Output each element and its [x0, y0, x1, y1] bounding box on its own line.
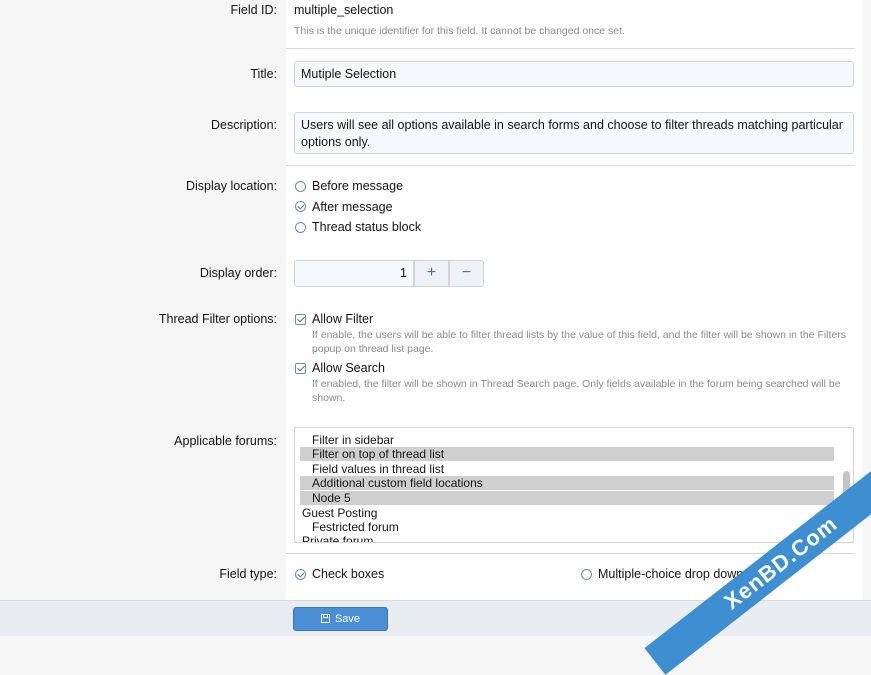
increment-button[interactable]: +: [414, 260, 449, 287]
divider: [286, 48, 855, 49]
radio-check-boxes[interactable]: [295, 569, 306, 580]
radio-multiple-choice-drop-down[interactable]: [581, 569, 592, 580]
divider: [286, 165, 855, 166]
radio-before-message[interactable]: [295, 181, 306, 192]
allow-filter-label[interactable]: Allow Filter: [312, 312, 373, 326]
radio-after-message-label[interactable]: After message: [312, 200, 393, 214]
list-item-label: Field values in thread list: [312, 462, 445, 476]
list-item-label: Node 5: [312, 491, 351, 505]
list-item-label: Private forum: [302, 534, 374, 543]
radio-thread-status-block-label[interactable]: Thread status block: [312, 220, 421, 234]
description-textarea[interactable]: Users will see all options available in …: [294, 112, 854, 154]
radio-thread-status-block[interactable]: [295, 222, 306, 233]
radio-after-message[interactable]: [295, 201, 306, 212]
label-column: [0, 0, 286, 600]
list-item[interactable]: Private forum: [300, 534, 834, 543]
list-item[interactable]: Node 5: [300, 491, 834, 505]
display-order-input[interactable]: 1: [294, 260, 414, 287]
title-input[interactable]: [294, 61, 854, 87]
field-id-hint: This is the unique identifier for this f…: [294, 25, 625, 37]
display-location-label: Display location:: [185, 179, 277, 193]
field-type-label: Field type:: [219, 567, 277, 581]
decrement-button[interactable]: −: [449, 260, 484, 287]
title-label: Title:: [250, 67, 277, 81]
save-button-label: Save: [334, 613, 361, 625]
thread-filter-label: Thread Filter options:: [158, 312, 277, 326]
list-item-label: Festricted forum: [312, 520, 399, 534]
description-label: Description:: [211, 118, 277, 132]
display-order-label: Display order:: [199, 266, 277, 280]
list-item[interactable]: Festricted forum: [300, 520, 834, 534]
list-item-label: Filter on top of thread list: [312, 447, 445, 461]
list-item[interactable]: Filter in sidebar: [300, 433, 834, 447]
list-item[interactable]: Guest Posting: [300, 506, 834, 520]
radio-check-boxes-label[interactable]: Check boxes: [312, 567, 384, 581]
save-button[interactable]: Save: [293, 607, 388, 631]
forums-listbox[interactable]: Filter in sidebar Filter on top of threa…: [294, 427, 854, 543]
list-item-label: Guest Posting: [302, 506, 378, 520]
allow-search-hint: If enabled, the filter will be shown in …: [312, 378, 841, 404]
field-id-label: Field ID:: [230, 3, 277, 17]
radio-multiple-choice-drop-down-label[interactable]: Multiple-choice drop down: [598, 567, 743, 581]
list-item-label: Additional custom field locations: [312, 476, 483, 490]
field-id-value: multiple_selection: [294, 3, 394, 17]
list-item-label: Filter in sidebar: [312, 433, 395, 447]
applicable-forums-label: Applicable forums:: [174, 434, 277, 448]
list-item[interactable]: Filter on top of thread list: [300, 447, 834, 461]
radio-before-message-label[interactable]: Before message: [312, 179, 403, 193]
custom-field-edit-form: Field ID: multiple_selection This is the…: [0, 0, 871, 675]
allow-filter-checkbox[interactable]: [295, 314, 306, 325]
list-item[interactable]: Field values in thread list: [300, 462, 834, 476]
list-item[interactable]: Additional custom field locations: [300, 476, 834, 490]
allow-filter-hint: If enable, the users will be able to fil…: [312, 329, 847, 355]
allow-search-label[interactable]: Allow Search: [312, 361, 385, 375]
allow-search-checkbox[interactable]: [295, 363, 306, 374]
save-icon: [320, 614, 330, 623]
